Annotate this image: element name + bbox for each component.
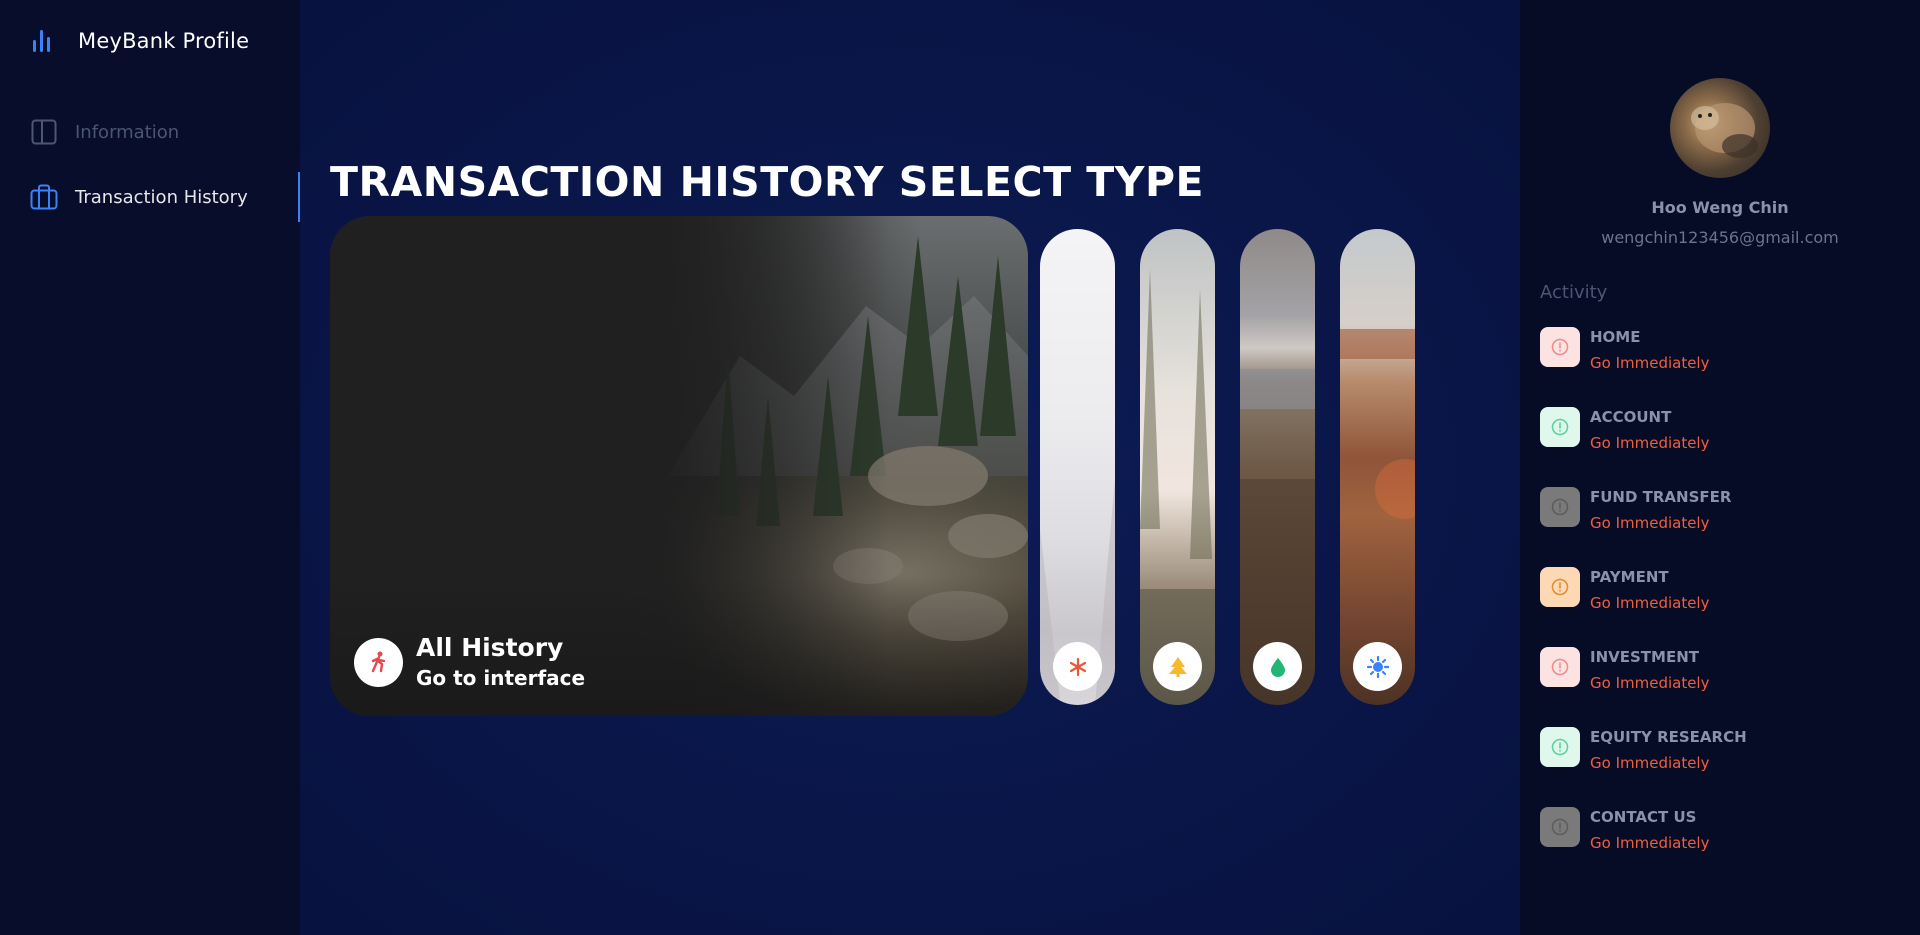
card-all-history[interactable]: All History Go to interface (330, 216, 1028, 716)
avatar[interactable] (1670, 78, 1770, 178)
alert-circle-icon (1540, 567, 1580, 607)
bar-chart-icon (30, 28, 56, 54)
forest-mist-image (1140, 269, 1215, 705)
layout-icon (30, 118, 58, 146)
card-forest[interactable] (1140, 229, 1215, 705)
brand[interactable]: MeyBank Profile (30, 28, 249, 54)
activity-label: EQUITY RESEARCH (1590, 728, 1747, 746)
activity-item-payment[interactable]: PAYMENT Go Immediately (1540, 567, 1709, 613)
activity-label: HOME (1590, 328, 1641, 346)
card-title: All History (416, 633, 564, 662)
sun-icon (1353, 642, 1402, 691)
activity-item-fund-transfer[interactable]: FUND TRANSFER Go Immediately (1540, 487, 1731, 533)
activity-item-contact-us[interactable]: CONTACT US Go Immediately (1540, 807, 1709, 853)
go-immediately-link[interactable]: Go Immediately (1590, 753, 1747, 773)
card-lake[interactable] (1240, 229, 1315, 705)
activity-item-investment[interactable]: INVESTMENT Go Immediately (1540, 647, 1709, 693)
card-subtitle: Go to interface (416, 666, 586, 690)
sidebar-item-label: Information (75, 121, 180, 143)
go-immediately-link[interactable]: Go Immediately (1590, 353, 1709, 373)
desert-image (1340, 329, 1415, 519)
go-immediately-link[interactable]: Go Immediately (1590, 833, 1709, 853)
user-name: Hoo Weng Chin (1651, 198, 1789, 217)
drop-icon (1253, 642, 1302, 691)
activity-item-account[interactable]: ACCOUNT Go Immediately (1540, 407, 1709, 453)
sidebar: MeyBank Profile Information Transaction … (0, 0, 300, 935)
go-immediately-link[interactable]: Go Immediately (1590, 433, 1709, 453)
cat-photo-icon (1691, 103, 1758, 158)
page-title: TRANSACTION HISTORY SELECT TYPE (330, 158, 1205, 206)
activity-title: Activity (1540, 282, 1608, 303)
profile-panel: Hoo Weng Chin wengchin123456@gmail.com A… (1520, 0, 1920, 935)
brand-title: MeyBank Profile (78, 29, 250, 53)
activity-item-home[interactable]: HOME Go Immediately (1540, 327, 1709, 373)
go-immediately-link[interactable]: Go Immediately (1590, 593, 1709, 613)
main-content: TRANSACTION HISTORY SELECT TYPE All Hist… (300, 0, 1520, 935)
alert-circle-icon (1540, 487, 1580, 527)
alert-circle-icon (1540, 727, 1580, 767)
sidebar-item-transaction-history[interactable]: Transaction History (30, 183, 248, 211)
go-immediately-link[interactable]: Go Immediately (1590, 513, 1731, 533)
snowflake-icon (1053, 642, 1102, 691)
activity-item-equity-research[interactable]: EQUITY RESEARCH Go Immediately (1540, 727, 1747, 773)
tree-icon (1153, 642, 1202, 691)
activity-label: INVESTMENT (1590, 648, 1699, 666)
card-snow[interactable] (1040, 229, 1115, 705)
alert-circle-icon (1540, 327, 1580, 367)
briefcase-icon (30, 183, 58, 211)
alert-circle-icon (1540, 807, 1580, 847)
walking-person-icon (354, 637, 403, 687)
user-email: wengchin123456@gmail.com (1601, 228, 1839, 247)
go-immediately-link[interactable]: Go Immediately (1590, 673, 1709, 693)
lake-image (1240, 369, 1315, 705)
activity-label: PAYMENT (1590, 568, 1669, 586)
sidebar-item-information[interactable]: Information (30, 118, 179, 146)
snow-image (1040, 479, 1115, 705)
sidebar-item-label: Transaction History (75, 186, 248, 208)
alert-circle-icon (1540, 407, 1580, 447)
activity-label: FUND TRANSFER (1590, 488, 1732, 506)
alert-circle-icon (1540, 647, 1580, 687)
card-label: All History Go to interface (354, 632, 585, 692)
activity-label: CONTACT US (1590, 808, 1697, 826)
activity-label: ACCOUNT (1590, 408, 1672, 426)
card-desert[interactable] (1340, 229, 1415, 705)
